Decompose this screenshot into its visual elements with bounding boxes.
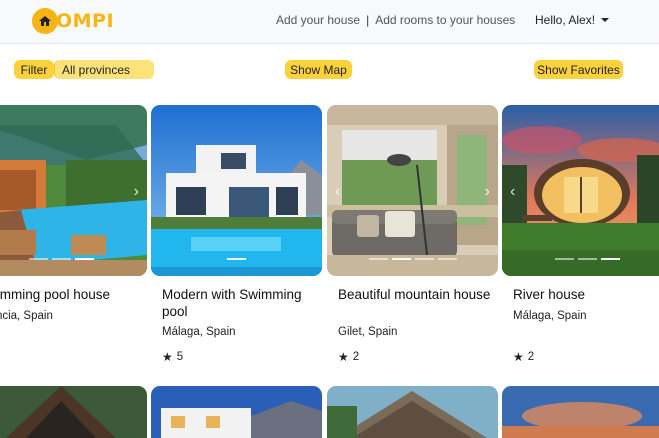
carousel-dot[interactable] <box>578 258 597 260</box>
filter-label: Filter <box>14 60 54 79</box>
carousel-dot[interactable] <box>601 258 620 260</box>
user-greeting: Hello, Alex! <box>535 13 596 27</box>
carousel-dots <box>0 258 147 260</box>
user-menu-toggle[interactable]: Hello, Alex! <box>535 13 610 27</box>
house-card[interactable]: Modern with Swimming pool Málaga, Spain … <box>151 105 322 364</box>
carousel-dot[interactable] <box>414 258 434 260</box>
star-icon: ★ <box>513 350 524 364</box>
house-photo[interactable]: › <box>0 105 147 276</box>
carousel-dots <box>151 258 322 260</box>
prev-arrow-icon[interactable]: ‹ <box>335 183 340 201</box>
nav-links: Add your house | Add rooms to your house… <box>276 13 515 27</box>
carousel-dot[interactable] <box>437 258 457 260</box>
next-arrow-icon[interactable]: › <box>134 183 139 201</box>
house-photo[interactable]: ‹ <box>502 105 659 276</box>
house-photo[interactable] <box>151 386 322 438</box>
show-map-button[interactable]: Show Map <box>285 60 352 79</box>
navbar: OMPI Add your house | Add rooms to your … <box>0 0 659 44</box>
carousel-dot[interactable] <box>368 258 388 260</box>
carousel-dots <box>327 258 498 260</box>
rating-value: 2 <box>352 351 360 363</box>
house-photo[interactable] <box>327 386 498 438</box>
house-card[interactable]: ‹ › Beautiful mountain house Gilet, Spai… <box>327 105 498 364</box>
card-location: lencia, Spain <box>0 310 53 322</box>
card-location: Málaga, Spain <box>162 326 236 338</box>
carousel-dot[interactable] <box>29 258 48 260</box>
next-arrow-icon[interactable]: › <box>485 183 490 201</box>
house-photo[interactable] <box>502 386 659 438</box>
province-select[interactable]: All provinces <box>54 60 154 79</box>
card-title: Beautiful mountain house <box>338 287 491 302</box>
card-title: wimming pool house <box>0 287 111 302</box>
house-card[interactable]: › wimming pool house lencia, Spain 4 <box>0 105 147 322</box>
house-photo[interactable] <box>0 386 147 438</box>
prev-arrow-icon[interactable]: ‹ <box>510 183 515 201</box>
card-title: Modern with Swimming pool <box>162 287 302 319</box>
brand-name: OMPI <box>56 10 115 32</box>
house-photo[interactable]: ‹ › <box>327 105 498 276</box>
card-location: Gilet, Spain <box>338 326 398 338</box>
brand-logo[interactable]: OMPI <box>32 7 114 35</box>
show-favorites-button[interactable]: Show Favorites <box>534 60 623 79</box>
rating-value: 5 <box>176 351 184 363</box>
star-icon: ★ <box>162 350 173 364</box>
carousel-dot[interactable] <box>227 258 246 260</box>
logo-circle-icon <box>32 8 58 34</box>
card-title: River house <box>513 287 586 302</box>
nav-separator: | <box>366 13 370 27</box>
house-photo[interactable] <box>151 105 322 276</box>
add-house-link[interactable]: Add your house <box>276 13 360 27</box>
card-rating: ★ 5 <box>162 350 183 364</box>
carousel-dots <box>502 258 659 260</box>
add-rooms-link[interactable]: Add rooms to your houses <box>375 13 515 27</box>
carousel-dot[interactable] <box>391 258 411 260</box>
house-card[interactable]: ‹ River house Málaga, Spain ★ 2 <box>502 105 659 364</box>
card-rating: ★ 2 <box>513 350 534 364</box>
carousel-dot[interactable] <box>555 258 574 260</box>
card-location: Málaga, Spain <box>513 310 587 322</box>
card-rating: ★ 2 <box>338 350 359 364</box>
carousel-dot[interactable] <box>52 258 71 260</box>
rating-value: 2 <box>527 351 535 363</box>
caret-down-icon <box>601 18 610 22</box>
carousel-dot[interactable] <box>75 258 94 260</box>
star-icon: ★ <box>338 350 349 364</box>
